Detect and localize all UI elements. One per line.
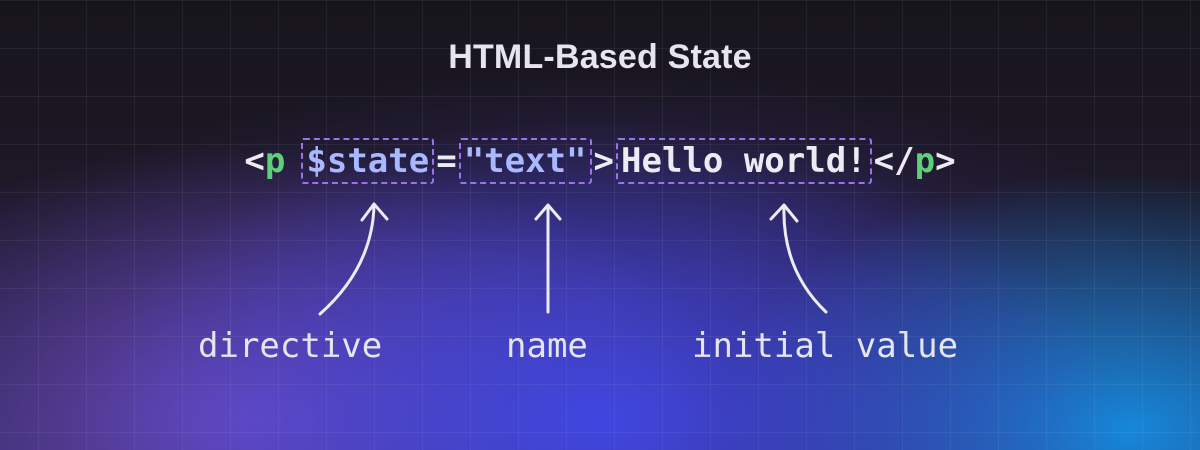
diagram-canvas: HTML-Based State < p $state = "text" > Hello w…	[0, 0, 1200, 450]
initial-value-arrow	[769, 203, 828, 314]
directive-label: directive	[198, 326, 383, 366]
annotation-labels: directive name initial value	[0, 326, 1200, 382]
name-label: name	[506, 326, 588, 366]
arrows	[318, 202, 828, 316]
name-arrow	[534, 203, 562, 314]
directive-arrow	[318, 202, 389, 316]
initial-value-label: initial value	[692, 326, 959, 366]
